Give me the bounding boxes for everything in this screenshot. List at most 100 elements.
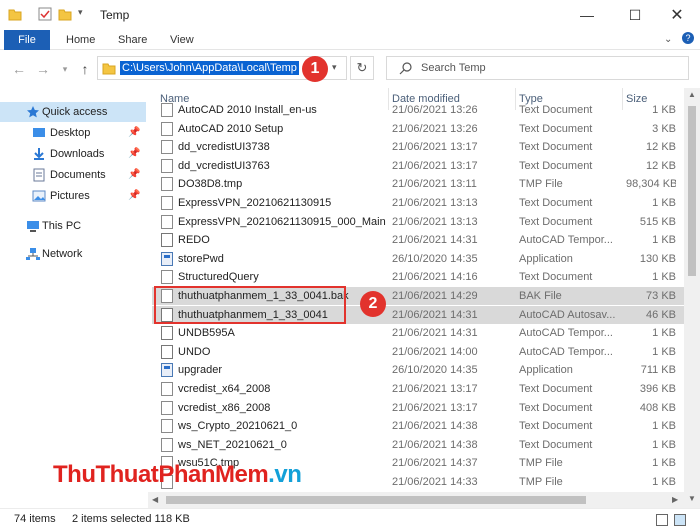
cell-type: AutoCAD Tempor... <box>519 234 613 247</box>
file-icon <box>161 196 173 210</box>
nav-item-this-pc[interactable]: This PC <box>0 216 146 236</box>
file-icon <box>161 214 173 229</box>
nav-item-network[interactable]: Network <box>0 244 146 264</box>
cell-type: Text Document <box>519 159 593 172</box>
scroll-down-icon[interactable]: ▼ <box>688 494 696 503</box>
file-row[interactable]: ExpressVPN_20210621130915 21/06/2021 13:1… <box>152 194 684 212</box>
file-icon <box>161 121 173 136</box>
cell-type: Text Document <box>519 271 593 284</box>
maximize-button[interactable]: ☐ <box>612 0 658 30</box>
details-view-icon[interactable] <box>656 514 668 526</box>
ribbon-expand-icon[interactable]: ⌄ <box>664 34 672 45</box>
cell-name: upgrader <box>178 364 223 377</box>
horizontal-scroll-thumb[interactable] <box>166 496 586 504</box>
file-row[interactable]: ws_NET_20210621_0 21/06/2021 14:38 Text Do… <box>152 436 684 454</box>
search-input[interactable]: Search Temp <box>386 56 689 80</box>
file-row[interactable]: UNDO 21/06/2021 14:00 AutoCAD Tempor... 1 K… <box>152 343 684 361</box>
nav-item-downloads[interactable]: Downloads 📌 <box>0 144 146 164</box>
cell-date: 26/10/2020 14:35 <box>392 252 478 265</box>
file-row[interactable]: upgrader 26/10/2020 14:35 Application 711 K… <box>152 361 684 379</box>
close-button[interactable]: ✕ <box>654 0 700 30</box>
file-row[interactable]: dd_vcredistUI3763 21/06/2021 13:17 Text Do… <box>152 157 684 175</box>
cell-type: AutoCAD Tempor... <box>519 327 613 340</box>
pin-icon: 📌 <box>128 148 141 159</box>
new-folder-icon[interactable] <box>58 7 72 21</box>
cell-type: Text Document <box>519 383 593 395</box>
up-icon[interactable]: ↑ <box>76 60 94 78</box>
computer-icon <box>26 219 40 233</box>
cell-type: AutoCAD Tempor... <box>519 345 613 358</box>
nav-item-pictures[interactable]: Pictures 📌 <box>0 186 146 206</box>
cell-size: 3 KB <box>652 122 676 135</box>
properties-icon[interactable] <box>38 7 52 21</box>
cell-type: Text Document <box>519 141 593 154</box>
cell-size: 1 KB <box>652 476 676 488</box>
vertical-scroll-thumb[interactable] <box>688 106 696 276</box>
nav-item-quick-access[interactable]: Quick access <box>0 102 146 122</box>
cell-date: 21/06/2021 13:11 <box>392 178 477 191</box>
file-row[interactable]: vcredist_x86_2008 21/06/2021 13:17 Text Do… <box>152 399 684 417</box>
cell-name: DO38D8.tmp <box>178 178 243 191</box>
file-row[interactable]: REDO 21/06/2021 14:31 AutoCAD Tempor... 1 K… <box>152 231 684 249</box>
cell-type: Text Document <box>519 104 593 116</box>
file-icon <box>161 158 173 173</box>
back-icon[interactable]: ← <box>10 60 28 78</box>
autocad-file-icon <box>161 344 173 359</box>
cell-name: AutoCAD 2010 Install_en-us <box>178 104 317 116</box>
selection-info: 2 items selected 118 KB <box>72 513 190 525</box>
refresh-button[interactable]: ↻ <box>350 56 374 80</box>
file-row[interactable]: vcredist_x64_2008 21/06/2021 13:17 Text Do… <box>152 380 684 398</box>
file-icon <box>161 177 173 192</box>
pin-icon: 📌 <box>128 127 141 138</box>
file-row[interactable]: StructuredQuery 21/06/2021 14:16 Text Docu… <box>152 268 684 286</box>
cell-date: 21/06/2021 13:26 <box>392 104 478 116</box>
help-icon[interactable]: ? <box>682 32 694 44</box>
file-row[interactable]: DO38D8.tmp 21/06/2021 13:11 TMP File 98,304… <box>152 175 684 193</box>
large-icons-view-icon[interactable] <box>674 514 686 526</box>
tab-home[interactable]: Home <box>56 30 105 50</box>
item-count: 74 items <box>14 513 56 525</box>
cell-type: TMP File <box>519 457 563 470</box>
file-row[interactable]: AutoCAD 2010 Setup 21/06/2021 13:26 Text D… <box>152 120 684 138</box>
cell-size: 1 KB <box>652 104 676 116</box>
file-row[interactable]: UNDB595A 21/06/2021 14:31 AutoCAD Tempor..… <box>152 324 684 342</box>
cell-date: 21/06/2021 13:26 <box>392 122 478 135</box>
nav-item-desktop[interactable]: Desktop 📌 <box>0 123 146 143</box>
address-path[interactable]: C:\Users\John\AppData\Local\Temp <box>120 61 299 75</box>
network-icon <box>26 247 40 261</box>
file-row[interactable]: ws_Crypto_20210621_0 21/06/2021 14:38 Text… <box>152 417 684 435</box>
address-dropdown-icon[interactable]: ▾ <box>332 62 337 73</box>
step-badge-1: 1 <box>302 56 328 82</box>
status-bar: 74 items 2 items selected 118 KB <box>0 508 700 530</box>
watermark-logo: ThuThuatPhanMem.vn <box>53 461 302 489</box>
cell-size: 1 KB <box>652 457 676 470</box>
cell-date: 21/06/2021 14:31 <box>392 234 478 247</box>
download-folder-icon <box>32 147 46 161</box>
cell-type: Application <box>519 364 573 377</box>
vertical-scrollbar[interactable]: ▲ ▼ <box>684 88 700 508</box>
file-row[interactable]: ExpressVPN_20210621130915_000_MainMsi 21/… <box>152 213 684 231</box>
customize-toolbar-icon[interactable]: ▾ <box>78 7 92 21</box>
nav-item-documents[interactable]: Documents 📌 <box>0 165 146 185</box>
scroll-right-icon[interactable]: ▶ <box>672 495 678 504</box>
cell-size: 130 KB <box>639 252 676 265</box>
tab-file[interactable]: File <box>4 30 50 50</box>
recent-locations-icon[interactable]: ▾ <box>56 60 74 78</box>
cell-size: 73 KB <box>646 290 676 302</box>
cell-size: 1 KB <box>652 197 676 209</box>
forward-icon[interactable]: → <box>34 60 52 78</box>
scroll-left-icon[interactable]: ◀ <box>152 495 158 504</box>
file-icon <box>161 382 173 396</box>
step-badge-2: 2 <box>360 291 386 317</box>
file-row[interactable]: AutoCAD 2010 Install_en-us 21/06/2021 13:… <box>152 101 684 119</box>
tab-view[interactable]: View <box>160 30 204 50</box>
cell-type: AutoCAD Autosav... <box>519 308 616 321</box>
file-row[interactable]: storePwd 26/10/2020 14:35 Application 130 K… <box>152 250 684 268</box>
nav-item-label: Desktop <box>50 127 91 139</box>
scroll-up-icon[interactable]: ▲ <box>688 90 696 99</box>
minimize-button[interactable]: — <box>564 0 610 30</box>
tab-share[interactable]: Share <box>108 30 157 50</box>
file-row[interactable]: dd_vcredistUI3738 21/06/2021 13:17 Text Do… <box>152 138 684 156</box>
horizontal-scrollbar[interactable]: ◀ ▶ <box>148 492 684 508</box>
cell-date: 21/06/2021 14:00 <box>392 345 478 358</box>
